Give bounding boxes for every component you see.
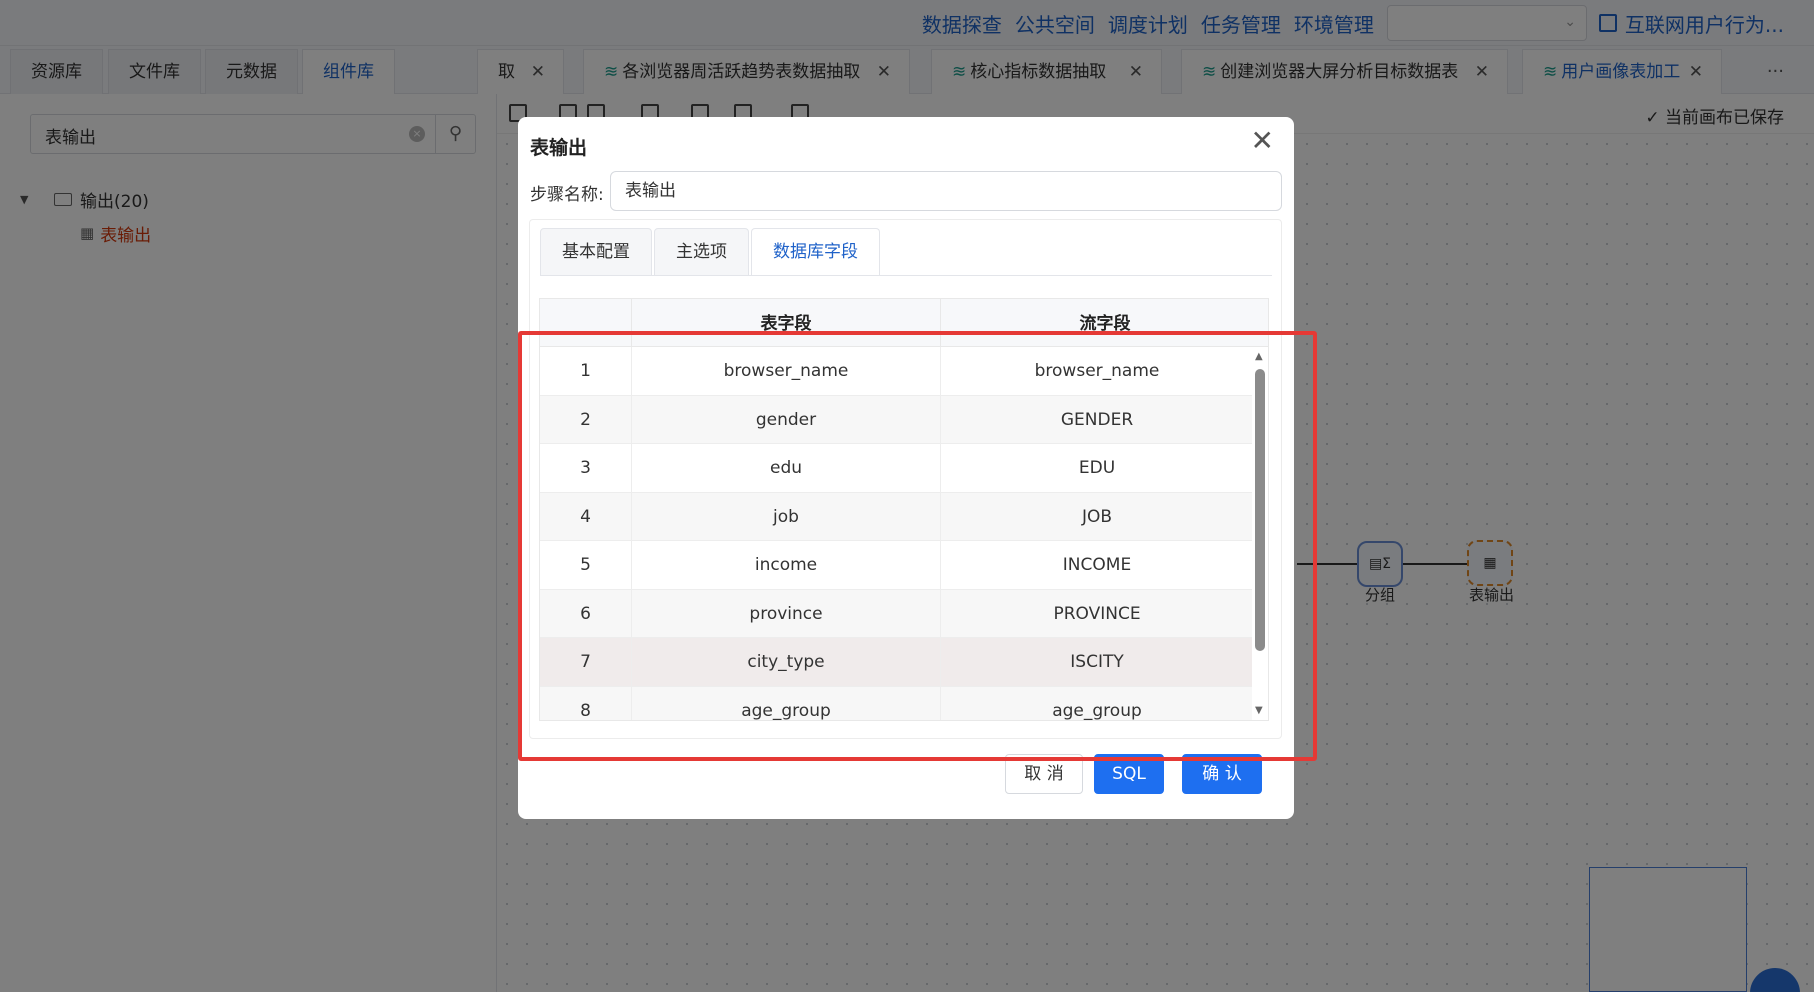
table-row[interactable]: 2 gender GENDER [540,395,1254,444]
header-stream-field: 流字段 [941,299,1268,347]
cell-table-field[interactable]: city_type [632,638,941,686]
table-header: 表字段 流字段 [540,299,1268,347]
tab-db-fields[interactable]: 数据库字段 [751,228,880,276]
cell-stream-field[interactable]: age_group [941,686,1254,720]
cell-stream-field[interactable]: JOB [941,492,1254,540]
table-output-dialog: 表输出 ✕ 步骤名称: 表输出 基本配置 主选项 数据库字段 表字段 流字段 1… [518,117,1294,819]
cell-index: 3 [540,444,632,492]
cell-index: 2 [540,395,632,443]
table-row[interactable]: 3 edu EDU [540,444,1254,493]
table-row-selected[interactable]: 7 city_type ISCITY [540,638,1254,687]
header-table-field: 表字段 [632,299,941,347]
cell-table-field[interactable]: income [632,541,941,589]
cell-stream-field[interactable]: PROVINCE [941,589,1254,637]
tab-basic-config[interactable]: 基本配置 [540,228,652,276]
scroll-down-icon[interactable]: ▼ [1255,705,1263,716]
table-body: 1 browser_name browser_name 2 gender GEN… [540,347,1254,720]
header-index [540,299,632,347]
close-icon[interactable]: ✕ [1251,127,1274,155]
step-name-label: 步骤名称: [530,185,604,205]
table-row[interactable]: 1 browser_name browser_name [540,347,1254,396]
step-name-input[interactable]: 表输出 [610,171,1282,211]
table-row[interactable]: 4 job JOB [540,492,1254,541]
table-scrollbar[interactable]: ▲ ▼ [1252,347,1268,720]
tabs-divider [540,275,1272,276]
cell-table-field[interactable]: browser_name [632,347,941,395]
scrollbar-thumb[interactable] [1255,369,1265,651]
cell-index: 1 [540,347,632,395]
cell-stream-field[interactable]: EDU [941,444,1254,492]
table-row[interactable]: 6 province PROVINCE [540,589,1254,638]
cell-stream-field[interactable]: ISCITY [941,638,1254,686]
cell-index: 7 [540,638,632,686]
cell-index: 4 [540,492,632,540]
cell-index: 6 [540,589,632,637]
cell-table-field[interactable]: edu [632,444,941,492]
cell-stream-field[interactable]: browser_name [941,347,1254,395]
cell-table-field[interactable]: age_group [632,686,941,720]
confirm-button[interactable]: 确 认 [1182,754,1262,794]
dialog-title: 表输出 [530,137,588,159]
table-row[interactable]: 5 income INCOME [540,541,1254,590]
tab-main-options[interactable]: 主选项 [654,228,749,276]
cell-table-field[interactable]: province [632,589,941,637]
cell-stream-field[interactable]: INCOME [941,541,1254,589]
cell-index: 8 [540,686,632,720]
dialog-tabs: 基本配置 主选项 数据库字段 [540,228,882,276]
cell-table-field[interactable]: gender [632,395,941,443]
scroll-up-icon[interactable]: ▲ [1255,351,1263,362]
cell-table-field[interactable]: job [632,492,941,540]
sql-button[interactable]: SQL [1094,754,1164,794]
cell-index: 5 [540,541,632,589]
field-mapping-table: 表字段 流字段 1 browser_name browser_name 2 ge… [539,298,1269,721]
cell-stream-field[interactable]: GENDER [941,395,1254,443]
cancel-button[interactable]: 取 消 [1005,754,1083,794]
table-row[interactable]: 8 age_group age_group [540,686,1254,720]
